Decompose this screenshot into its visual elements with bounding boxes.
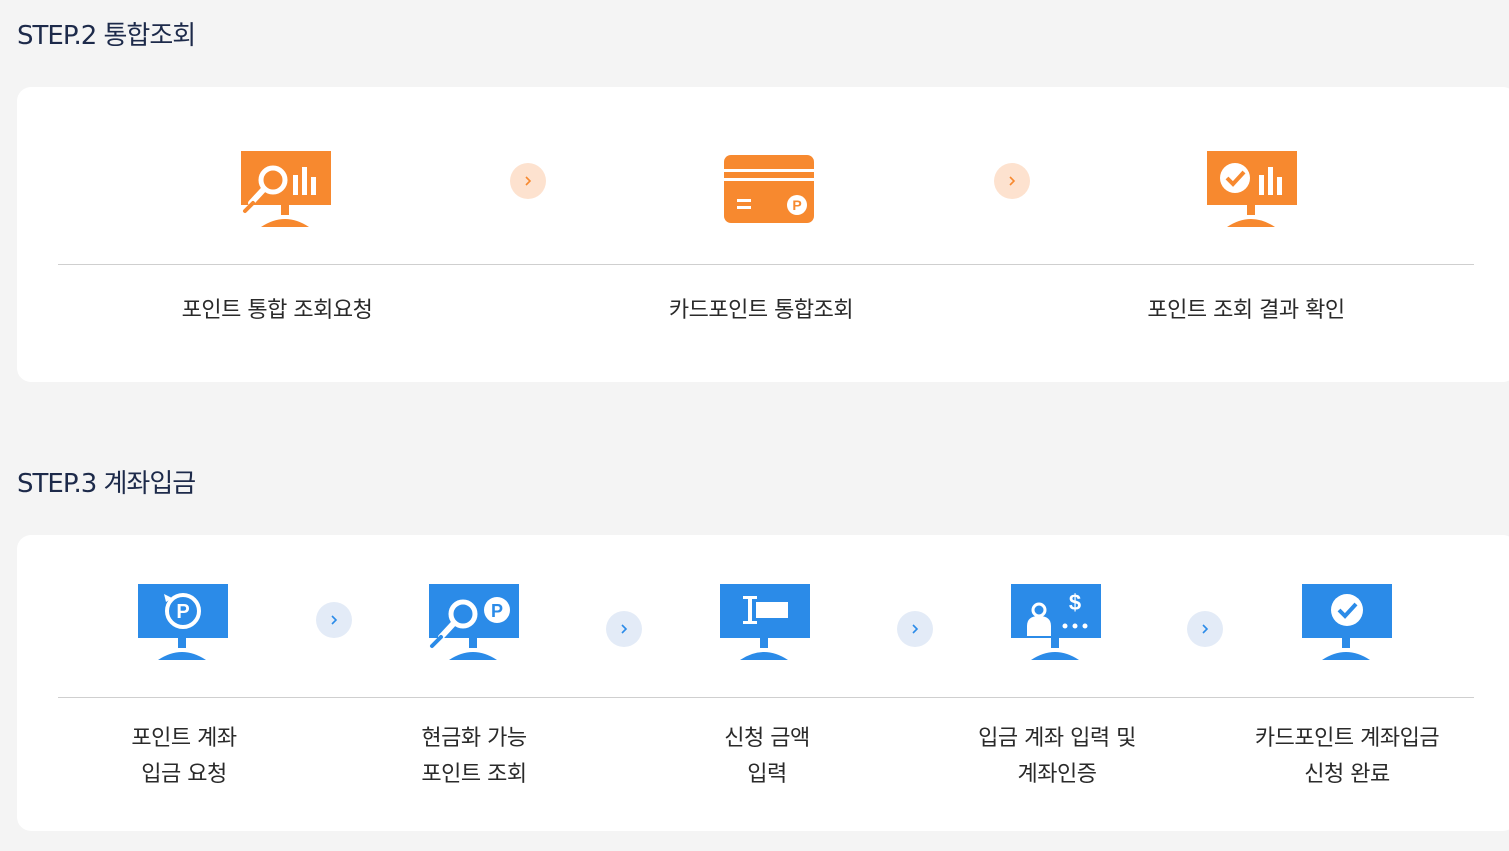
svg-text:P: P — [491, 601, 503, 621]
step3-label-3: 신청 금액 입력 — [637, 721, 897, 793]
arrow-right-icon — [994, 163, 1030, 199]
label-line: 입금 계좌 입력 및 — [978, 726, 1136, 751]
arrow-right-icon — [316, 602, 352, 638]
step3-title: STEP.3 계좌입금 — [17, 469, 196, 499]
step3-label-5: 카드포인트 계좌입금 신청 완료 — [1217, 721, 1477, 793]
label-line: 포인트 조회 — [421, 762, 527, 787]
arrow-right-icon — [606, 611, 642, 647]
step3-label-2: 현금화 가능 포인트 조회 — [344, 721, 604, 793]
step2-card: P 포인트 통합 조회요청 카드포인트 통합조회 포인트 조회 결과 확인 — [17, 87, 1509, 382]
step3-label-1: 포인트 계좌 입금 요청 — [54, 721, 314, 793]
monitor-point-refresh-icon: P — [136, 580, 232, 664]
monitor-user-dollar-icon: $ — [1009, 580, 1105, 664]
divider — [58, 264, 1474, 265]
label-line: 계좌인증 — [1017, 762, 1097, 787]
svg-text:$: $ — [1069, 590, 1081, 615]
monitor-search-point-icon: P — [427, 580, 523, 664]
arrow-right-icon — [510, 163, 546, 199]
label-line: 포인트 계좌 — [131, 726, 237, 751]
step3-card: P P $ 포인트 계좌 입금 요청 현금화 가능 포인트 조회 신청 금액 입… — [17, 535, 1509, 831]
label-line: 카드포인트 계좌입금 — [1254, 726, 1440, 751]
step2-label-2: 카드포인트 통합조회 — [668, 298, 854, 323]
arrow-right-icon — [1187, 611, 1223, 647]
point-card-icon: P — [721, 147, 817, 231]
step2-title: STEP.2 통합조회 — [17, 21, 196, 51]
svg-text:P: P — [176, 601, 189, 623]
label-line: 신청 완료 — [1304, 762, 1390, 787]
monitor-check-icon — [1300, 580, 1396, 664]
label-line: 신청 금액 — [724, 726, 810, 751]
label-line: 입금 요청 — [141, 762, 227, 787]
arrow-right-icon — [897, 611, 933, 647]
step3-label-4: 입금 계좌 입력 및 계좌인증 — [927, 721, 1187, 793]
label-line: 현금화 가능 — [421, 726, 527, 751]
step2-label-1: 포인트 통합 조회요청 — [181, 298, 373, 323]
monitor-input-cursor-icon — [718, 580, 814, 664]
svg-text:P: P — [792, 197, 801, 213]
monitor-check-chart-icon — [1205, 147, 1301, 231]
monitor-search-chart-icon — [239, 147, 335, 231]
divider — [58, 697, 1474, 698]
step2-label-3: 포인트 조회 결과 확인 — [1147, 298, 1345, 323]
label-line: 입력 — [747, 762, 787, 787]
